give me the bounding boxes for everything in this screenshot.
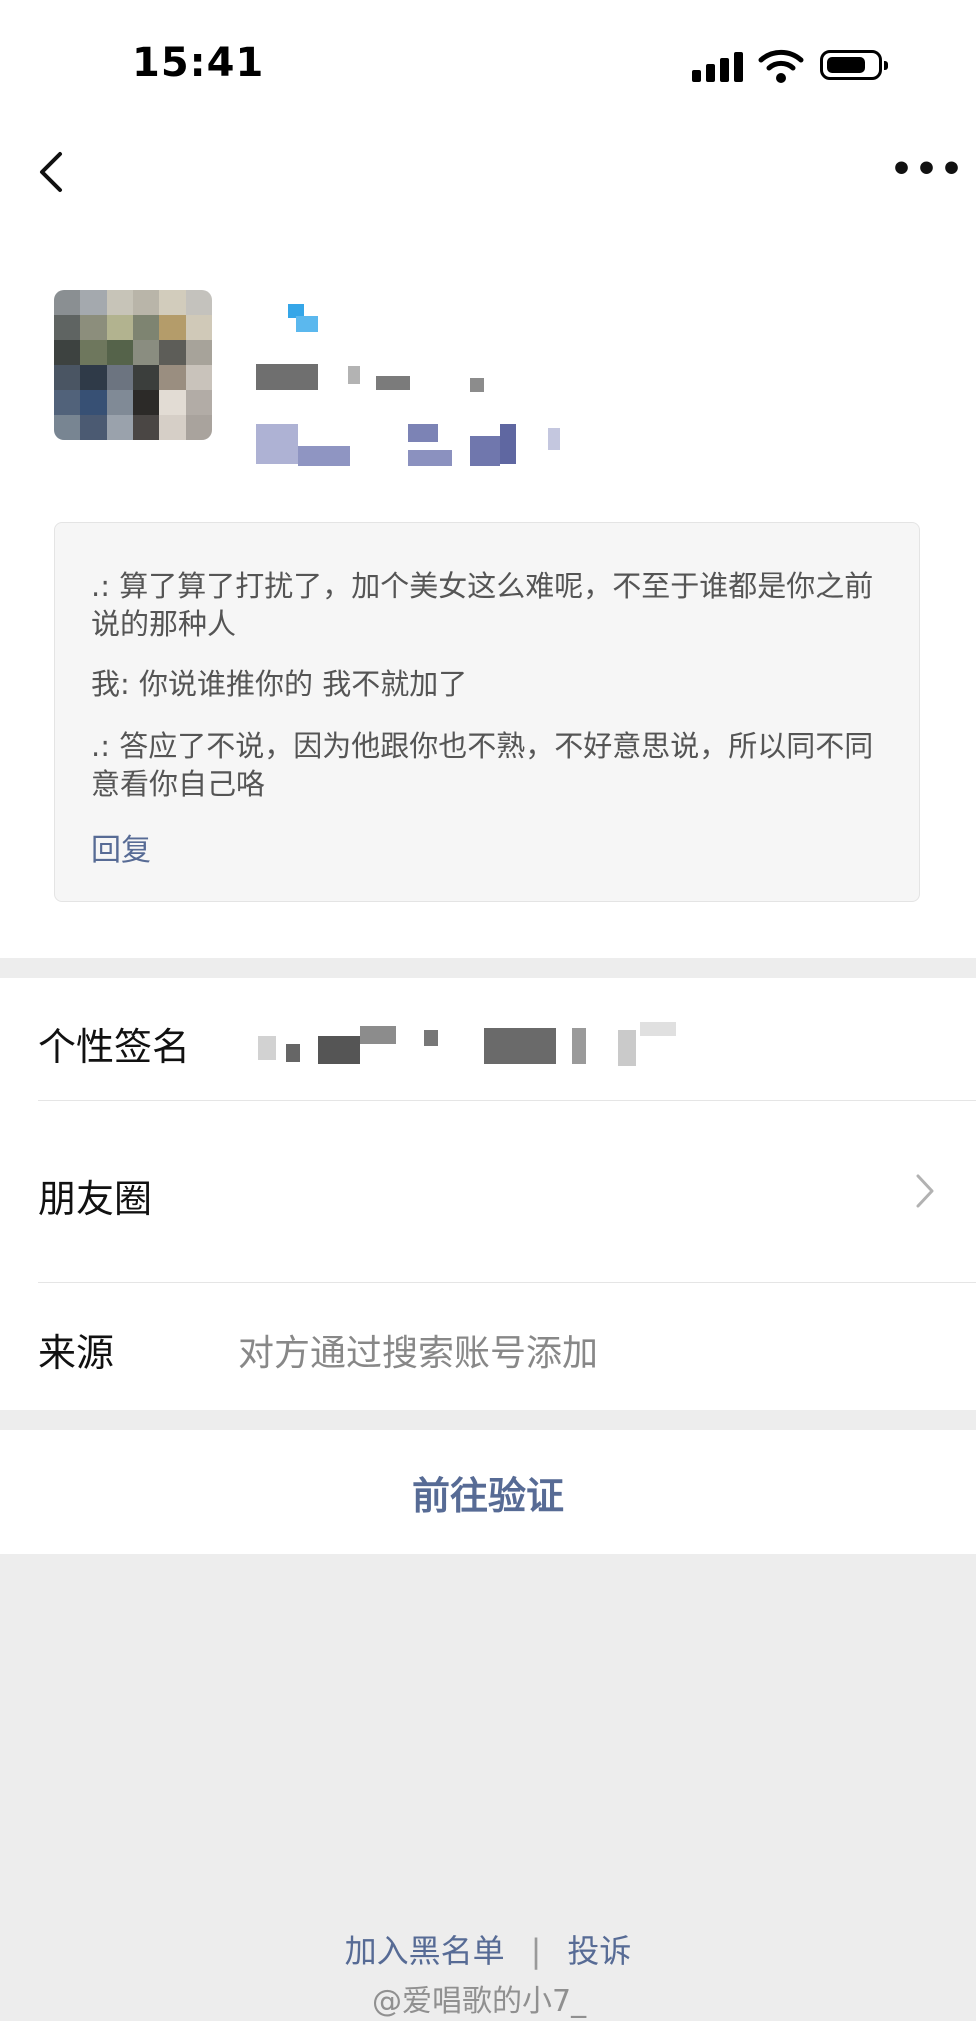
divider [38,1282,976,1283]
reply-link[interactable]: 回复 [91,825,151,869]
more-icon[interactable]: ••• [890,152,963,188]
message-item: 我: 你说谁推你的 我不就加了 [91,667,468,701]
divider [38,1100,976,1101]
chevron-right-icon [916,1174,934,1208]
go-verify-button[interactable]: 前往验证 [0,1430,976,1554]
avatar[interactable] [54,290,212,440]
source-value: 对方通过搜索账号添加 [238,1333,599,1374]
footer-separator: | [530,1932,542,1970]
add-to-blacklist-link[interactable]: 加入黑名单 [345,1932,505,1970]
wifi-icon [758,49,804,83]
signature-label: 个性签名 [38,1025,191,1069]
status-time: 15:41 [132,40,265,86]
moments-label: 朋友圈 [38,1177,153,1221]
greeting-messages-card: .: 算了算了打扰了，加个美女这么难呢，不至于谁都是你之前说的那种人 我: 你说… [54,522,920,902]
footer-actions: 加入黑名单 | 投诉 [0,1926,976,1972]
back-icon[interactable] [36,150,66,194]
profile-info-list: 个性签名 朋友圈 来源 对方通过搜索账号添加 [0,978,976,1410]
battery-icon [820,50,888,80]
watermark: @爱唱歌的小7_ [372,1984,587,2019]
source-label: 来源 [38,1331,115,1375]
message-item: .: 答应了不说，因为他跟你也不熟，不好意思说，所以同不同意看你自己咯 [91,729,874,801]
message-item: .: 算了算了打扰了，加个美女这么难呢，不至于谁都是你之前说的那种人 [91,569,874,641]
report-link[interactable]: 投诉 [567,1932,631,1970]
signal-icon [692,52,744,82]
go-verify-label: 前往验证 [411,1473,564,1518]
profile-header: 15:41 ••• .: 算了算了打扰了，加个美女这么难呢，不至于谁都是你之前说… [0,0,976,958]
